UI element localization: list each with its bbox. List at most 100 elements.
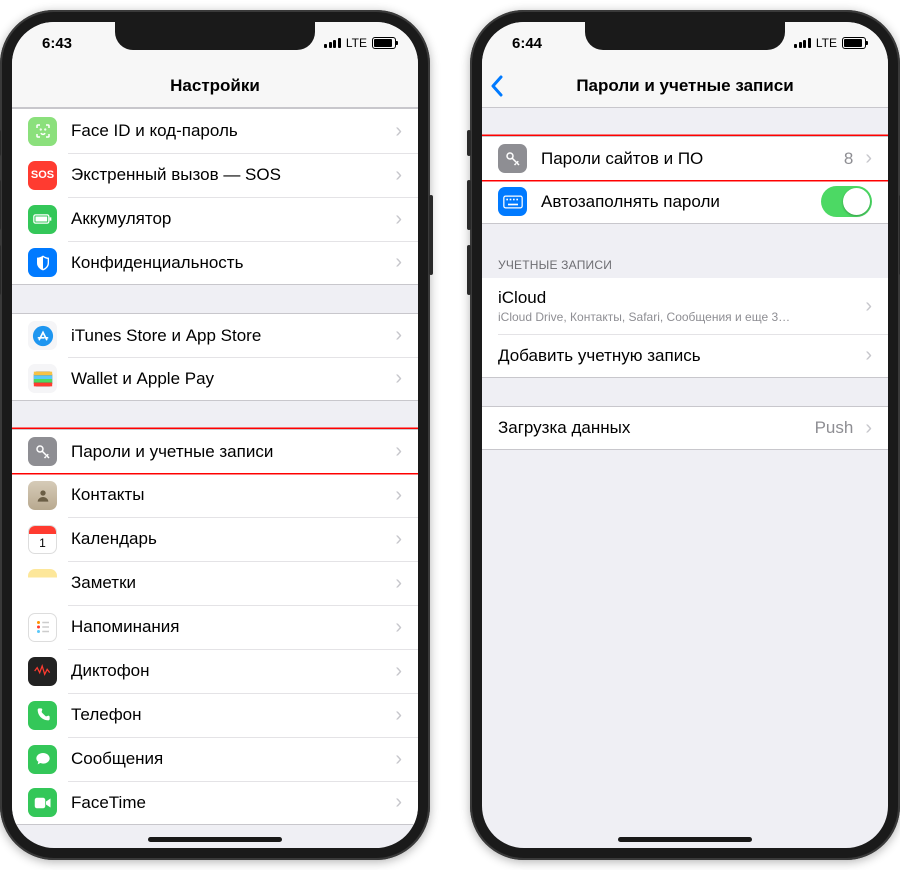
wallet-icon [28, 364, 57, 393]
chevron-right-icon: › [865, 344, 872, 367]
row-label: Телефон [71, 705, 391, 725]
row-passwords-accounts[interactable]: Пароли и учетные записи › [12, 429, 418, 473]
row-detail: Push [815, 418, 854, 438]
status-time: 6:43 [42, 35, 72, 52]
row-appstore[interactable]: iTunes Store и App Store › [12, 313, 418, 357]
row-calendar[interactable]: 1 Календарь › [12, 517, 418, 561]
network-label: LTE [346, 36, 367, 50]
page-title: Настройки [170, 76, 260, 96]
settings-group: Face ID и код-пароль › SOS Экстренный вы… [12, 108, 418, 285]
row-label: Face ID и код-пароль [71, 121, 391, 141]
row-label: iTunes Store и App Store [71, 326, 391, 346]
row-label: Сообщения [71, 749, 391, 769]
notes-icon [28, 569, 57, 598]
battery-icon [372, 37, 396, 49]
row-sos[interactable]: SOS Экстренный вызов — SOS › [12, 153, 418, 197]
row-sublabel: iCloud Drive, Контакты, Safari, Сообщени… [498, 310, 838, 324]
signal-icon [794, 38, 811, 48]
row-contacts[interactable]: Контакты › [12, 473, 418, 517]
row-label: FaceTime [71, 793, 391, 813]
home-indicator[interactable] [148, 837, 282, 842]
chevron-right-icon: › [395, 164, 402, 187]
keys-icon [498, 144, 527, 173]
calendar-icon: 1 [28, 525, 57, 554]
passwords-list[interactable]: Пароли сайтов и ПО 8 › Автозаполнять пар… [482, 108, 888, 848]
chevron-right-icon: › [395, 572, 402, 595]
chevron-right-icon: › [395, 748, 402, 771]
chevron-right-icon: › [865, 295, 872, 318]
row-label: Добавить учетную запись [498, 346, 861, 366]
row-add-account[interactable]: Добавить учетную запись › [482, 334, 888, 378]
appstore-icon [28, 321, 57, 350]
nav-header: Настройки [12, 64, 418, 108]
status-time: 6:44 [512, 35, 542, 52]
home-indicator[interactable] [618, 837, 752, 842]
reminders-icon [28, 613, 57, 642]
autofill-toggle[interactable] [821, 186, 872, 217]
network-label: LTE [816, 36, 837, 50]
sos-icon: SOS [28, 161, 57, 190]
row-site-passwords[interactable]: Пароли сайтов и ПО 8 › [482, 136, 888, 180]
row-label: Контакты [71, 485, 391, 505]
row-faceid[interactable]: Face ID и код-пароль › [12, 109, 418, 153]
row-phone[interactable]: Телефон › [12, 693, 418, 737]
contacts-icon [28, 481, 57, 510]
row-wallet[interactable]: Wallet и Apple Pay › [12, 357, 418, 401]
row-voice-memos[interactable]: Диктофон › [12, 649, 418, 693]
keys-icon [28, 437, 57, 466]
keyboard-icon [498, 187, 527, 216]
row-reminders[interactable]: Напоминания › [12, 605, 418, 649]
settings-list[interactable]: Face ID и код-пароль › SOS Экстренный вы… [12, 108, 418, 848]
accounts-group: УЧЕТНЫЕ ЗАПИСИ iCloud iCloud Drive, Конт… [482, 252, 888, 378]
row-label: Календарь [71, 529, 391, 549]
chevron-right-icon: › [395, 616, 402, 639]
chevron-right-icon: › [395, 120, 402, 143]
chevron-right-icon: › [395, 208, 402, 231]
row-label: Экстренный вызов — SOS [71, 165, 391, 185]
chevron-left-icon [490, 75, 503, 97]
chevron-right-icon: › [395, 660, 402, 683]
battery-icon [842, 37, 866, 49]
chevron-right-icon: › [395, 528, 402, 551]
chevron-right-icon: › [395, 704, 402, 727]
row-messages[interactable]: Сообщения › [12, 737, 418, 781]
row-label: Пароли и учетные записи [71, 442, 391, 462]
fetch-group: Загрузка данных Push › [482, 406, 888, 450]
phone-icon [28, 701, 57, 730]
back-button[interactable] [490, 64, 503, 107]
row-label: Напоминания [71, 617, 391, 637]
row-label: Wallet и Apple Pay [71, 369, 391, 389]
row-notes[interactable]: Заметки › [12, 561, 418, 605]
row-autofill-passwords[interactable]: Автозаполнять пароли [482, 180, 888, 224]
signal-icon [324, 38, 341, 48]
chevron-right-icon: › [865, 147, 872, 170]
row-label: Автозаполнять пароли [541, 192, 815, 212]
settings-group: Пароли сайтов и ПО 8 › Автозаполнять пар… [482, 136, 888, 224]
row-label: Загрузка данных [498, 418, 815, 438]
row-facetime[interactable]: FaceTime › [12, 781, 418, 825]
phone-right: 6:44 LTE Пароли и учетные записи Пароли … [470, 10, 900, 860]
chevron-right-icon: › [395, 484, 402, 507]
row-label: Конфиденциальность [71, 253, 391, 273]
row-label: Пароли сайтов и ПО [541, 149, 844, 169]
facetime-icon [28, 788, 57, 817]
chevron-right-icon: › [865, 417, 872, 440]
battery-icon [28, 205, 57, 234]
privacy-icon [28, 248, 57, 277]
faceid-icon [28, 117, 57, 146]
row-label: Диктофон [71, 661, 391, 681]
chevron-right-icon: › [395, 251, 402, 274]
notch [115, 22, 315, 50]
settings-group: Пароли и учетные записи › Контакты › 1 К… [12, 429, 418, 825]
row-label: Аккумулятор [71, 209, 391, 229]
notch [585, 22, 785, 50]
screen-left: 6:43 LTE Настройки Face ID и код-пароль … [12, 22, 418, 848]
settings-group: iTunes Store и App Store › Wallet и Appl… [12, 313, 418, 401]
voice-icon [28, 657, 57, 686]
row-privacy[interactable]: Конфиденциальность › [12, 241, 418, 285]
row-battery[interactable]: Аккумулятор › [12, 197, 418, 241]
row-fetch-data[interactable]: Загрузка данных Push › [482, 406, 888, 450]
row-icloud-account[interactable]: iCloud iCloud Drive, Контакты, Safari, С… [482, 278, 888, 334]
messages-icon [28, 745, 57, 774]
nav-header: Пароли и учетные записи [482, 64, 888, 108]
